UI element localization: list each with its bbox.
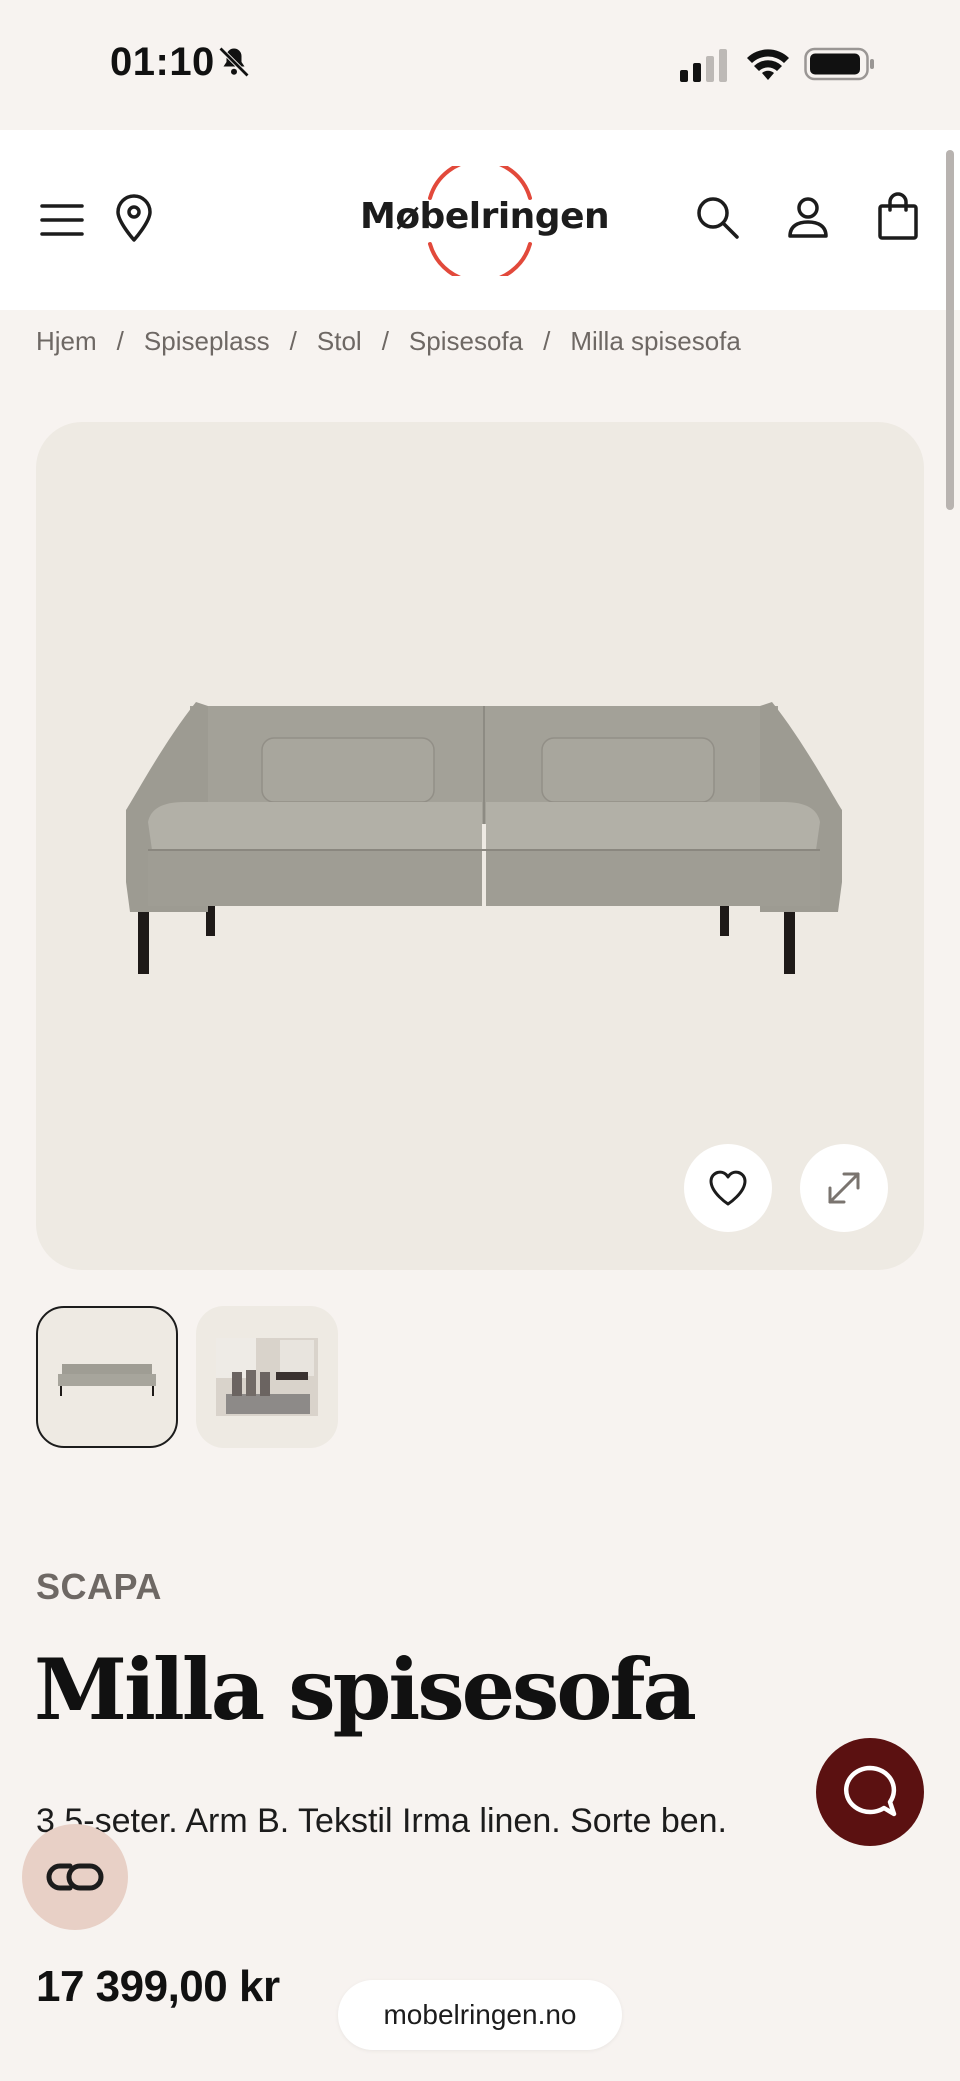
favorite-button[interactable] (684, 1144, 772, 1232)
status-bar: 01:10 (0, 0, 960, 130)
bell-slash-icon (218, 46, 250, 78)
menu-icon[interactable] (36, 194, 88, 246)
product-image[interactable] (36, 422, 924, 1270)
breadcrumb-home[interactable]: Hjem (36, 326, 97, 357)
wifi-icon (747, 49, 789, 80)
logo-text: Møbelringen (360, 196, 610, 237)
breadcrumb: Hjem / Spiseplass / Stol / Spisesofa / M… (36, 326, 741, 357)
url-text: mobelringen.no (383, 1999, 577, 2030)
thumbnail-dining-room[interactable] (196, 1306, 338, 1448)
breadcrumb-dining-sofa[interactable]: Spisesofa (409, 326, 523, 357)
dining-room-thumbnail-image (216, 1338, 318, 1416)
expand-icon (828, 1172, 860, 1204)
search-icon[interactable] (692, 192, 744, 244)
url-bar[interactable]: mobelringen.no (338, 1980, 622, 2050)
product-brand[interactable]: SCAPA (36, 1566, 162, 1608)
location-pin-icon[interactable] (108, 192, 160, 244)
breadcrumb-separator: / (381, 326, 389, 356)
site-logo[interactable]: Møbelringen (360, 166, 610, 276)
sofa-image (126, 702, 842, 974)
breadcrumb-dining-area[interactable]: Spiseplass (144, 326, 270, 357)
product-price: 17 399,00 kr (36, 1962, 280, 2011)
chat-button[interactable] (816, 1738, 924, 1846)
page-scrollbar[interactable] (946, 150, 954, 510)
breadcrumb-chair[interactable]: Stol (317, 326, 362, 357)
breadcrumb-separator: / (543, 326, 551, 356)
product-title: Milla spisesofa (34, 1640, 697, 1739)
link-button[interactable] (22, 1824, 128, 1930)
product-description: 3,5-seter. Arm B. Tekstil Irma linen. So… (36, 1802, 728, 1840)
status-time: 01:10 (110, 40, 215, 84)
shopping-bag-icon[interactable] (872, 190, 924, 242)
breadcrumb-separator: / (116, 326, 124, 356)
battery-icon (804, 47, 874, 81)
link-icon (46, 1863, 104, 1891)
cellular-signal-icon (680, 49, 727, 82)
expand-image-button[interactable] (800, 1144, 888, 1232)
account-icon[interactable] (782, 192, 834, 244)
site-header: Møbelringen (0, 130, 960, 310)
breadcrumb-current: Milla spisesofa (570, 326, 741, 356)
sofa-thumbnail-image (58, 1364, 156, 1396)
thumbnail-sofa[interactable] (36, 1306, 178, 1448)
heart-icon (709, 1170, 747, 1206)
breadcrumb-separator: / (289, 326, 297, 356)
chat-bubble-icon (844, 1765, 897, 1817)
